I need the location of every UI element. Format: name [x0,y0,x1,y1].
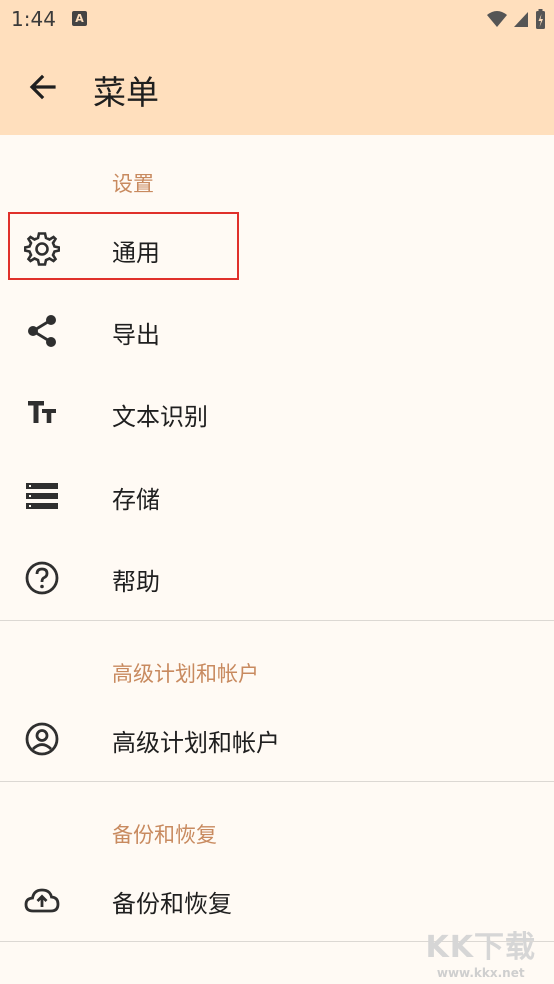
status-bar: 1:44 A [0,0,554,38]
cloud-upload-icon [24,888,60,913]
menu-item-label: 导出 [112,321,160,349]
menu-item-storage[interactable]: 存储 [0,455,554,537]
watermark: KK下载 www.kkx.net [426,922,537,980]
divider [0,781,554,782]
battery-charging-icon [536,9,545,29]
menu-item-help[interactable]: 帮助 [0,537,554,619]
wifi-icon [487,11,507,27]
watermark-url: www.kkx.net [436,966,525,980]
menu-item-label: 备份和恢复 [112,890,232,918]
signal-icon [514,12,528,27]
menu-item-export[interactable]: 导出 [0,290,554,372]
divider [0,620,554,621]
section-label-premium: 高级计划和帐户 [112,662,259,686]
section-label-backup: 备份和恢复 [112,823,217,847]
menu-item-label: 高级计划和帐户 [112,729,280,757]
menu-item-ocr[interactable]: 文本识别 [0,372,554,454]
section-label-settings: 设置 [112,172,154,196]
account-circle-icon [25,722,59,756]
help-circle-icon [25,561,59,595]
menu-item-label: 帮助 [112,568,160,596]
highlight-box [8,212,239,280]
notification-a-icon: A [72,11,87,26]
menu-item-premium-account[interactable]: 高级计划和帐户 [0,698,554,780]
back-arrow-icon[interactable] [26,70,60,104]
watermark-logo-text: KK下载 [425,930,536,965]
app-header: 1:44 A 菜单 [0,0,554,135]
menu-item-label: 存储 [112,486,160,514]
page-title: 菜单 [93,73,159,112]
status-icons [486,8,546,30]
share-icon [28,315,56,347]
menu-item-label: 文本识别 [112,403,208,431]
storage-list-icon [26,483,58,509]
text-size-icon [28,401,56,423]
status-time: 1:44 [11,7,56,31]
